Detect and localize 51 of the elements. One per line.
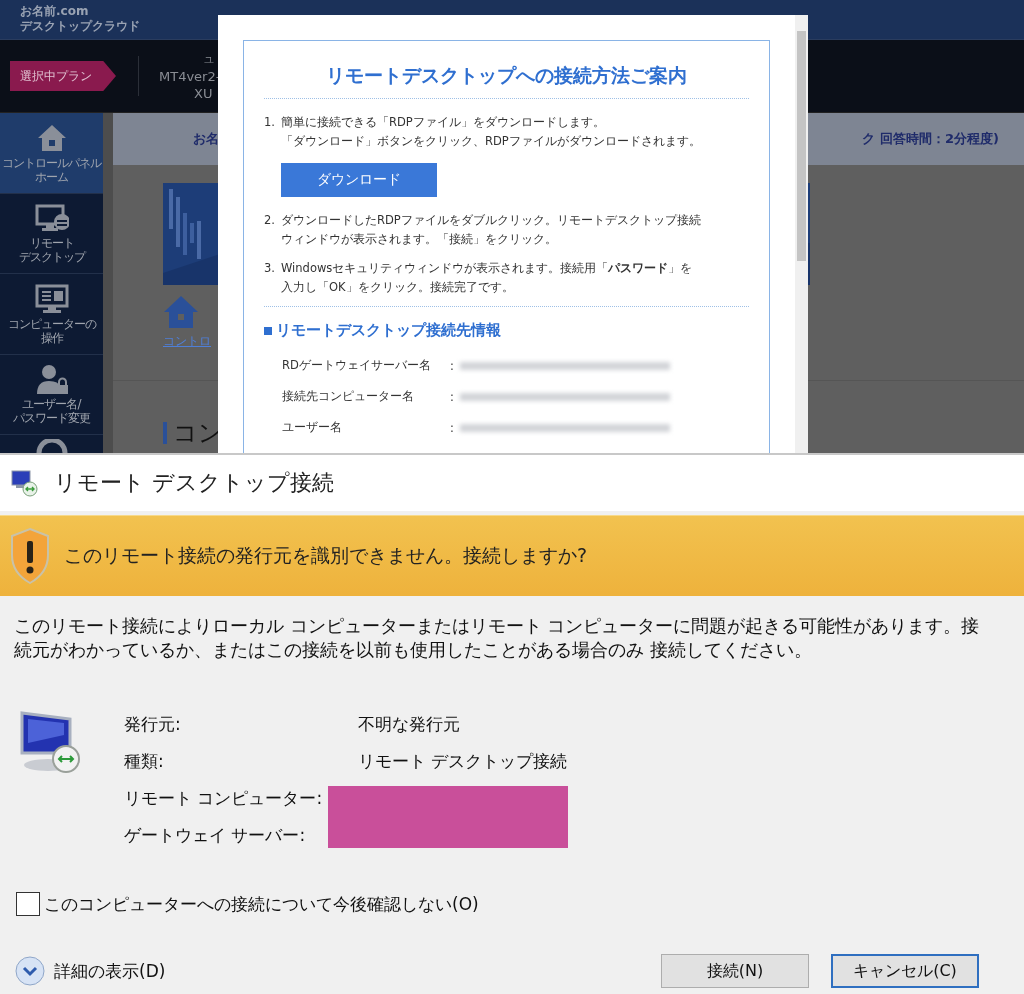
notice-text: お名: [193, 130, 219, 148]
step-text: ダウンロードしたRDPファイルをダブルクリック。リモートデスクトップ接続: [281, 212, 701, 229]
field-label: リモート コンピューター:: [123, 787, 324, 810]
plan-text: MT4ver2-: [159, 67, 221, 85]
warning-message: このリモート接続の発行元を識別できません。接続しますか?: [64, 543, 588, 568]
guide-title: リモートデスクトップへの接続方法ご案内: [325, 63, 688, 88]
step-text: 「ダウンロード」ボタンをクリック、RDPファイルがダウンロードされます。: [281, 133, 701, 150]
sidebar-item[interactable]: コントロールパネル ホーム: [0, 113, 103, 194]
step-number: 1.: [264, 114, 275, 131]
scrollbar[interactable]: [103, 113, 113, 453]
heading-marker: [163, 422, 167, 444]
field-label: ゲートウェイ サーバー:: [123, 824, 307, 847]
window-title: リモート デスクトップ接続: [54, 469, 334, 497]
notice-text: ク 回答時間：2分程度): [862, 130, 999, 148]
colon-separator: :: [450, 420, 455, 435]
computer-icon: [10, 469, 40, 497]
step-text: ウィンドウが表示されます。「接続」をクリック。: [281, 231, 558, 248]
home-icon: [163, 295, 199, 329]
checkbox[interactable]: [16, 892, 40, 916]
checkbox-label[interactable]: このコンピューターへの接続について今後確認しない(O): [44, 892, 479, 916]
bullet-icon: [264, 326, 272, 335]
monitor-icon: [34, 282, 69, 315]
message-text: このリモート接続によりローカル コンピューターまたはリモート コンピューターに問題が起きる可能性があります。接: [14, 615, 981, 638]
colon-separator: :: [450, 389, 455, 404]
message-text: 続元がわかっているか、またはこの接続を以前も使用したことがある場合のみ 接続してください。: [14, 639, 813, 662]
shield-icon: [10, 527, 50, 585]
section-heading: リモートデスクトップ接続先情報: [276, 321, 501, 340]
step-text: Windowsセキュリティウィンドウが表示されます。接続用「パスワード」を: [281, 260, 693, 277]
info-label: ユーザー名: [282, 420, 343, 435]
info-label: 接続先コンピューター名: [282, 389, 415, 404]
download-button[interactable]: ダウンロード: [281, 163, 437, 197]
scrollbar[interactable]: [795, 15, 808, 453]
info-label: RDゲートウェイサーバー名: [282, 358, 432, 373]
plan-tag: 選択中プラン: [10, 61, 116, 91]
colon-separator: :: [450, 358, 455, 373]
step-number: 3.: [264, 260, 275, 277]
field-value: リモート デスクトップ接続: [357, 750, 569, 773]
plan-text: ユ: [203, 52, 215, 67]
step-number: 2.: [264, 212, 275, 229]
user-lock-icon: [34, 363, 69, 396]
field-label: 発行元:: [123, 713, 182, 736]
details-link[interactable]: 詳細の表示(D): [54, 959, 166, 983]
field-label: 種類:: [123, 750, 165, 773]
dialog-button[interactable]: 接続(N): [661, 954, 809, 988]
dialog-button[interactable]: キャンセル(C): [831, 954, 979, 988]
step-text: 簡単に接続できる「RDPファイル」をダウンロードします。: [281, 114, 606, 131]
scrollbar-thumb[interactable]: [797, 31, 806, 261]
field-value: 不明な発行元: [357, 713, 461, 736]
logo-text[interactable]: お名前.com: [20, 4, 320, 19]
step-text: 入力し「OK」をクリック。接続完了です。: [281, 279, 515, 296]
plan-text: XU: [193, 84, 214, 102]
